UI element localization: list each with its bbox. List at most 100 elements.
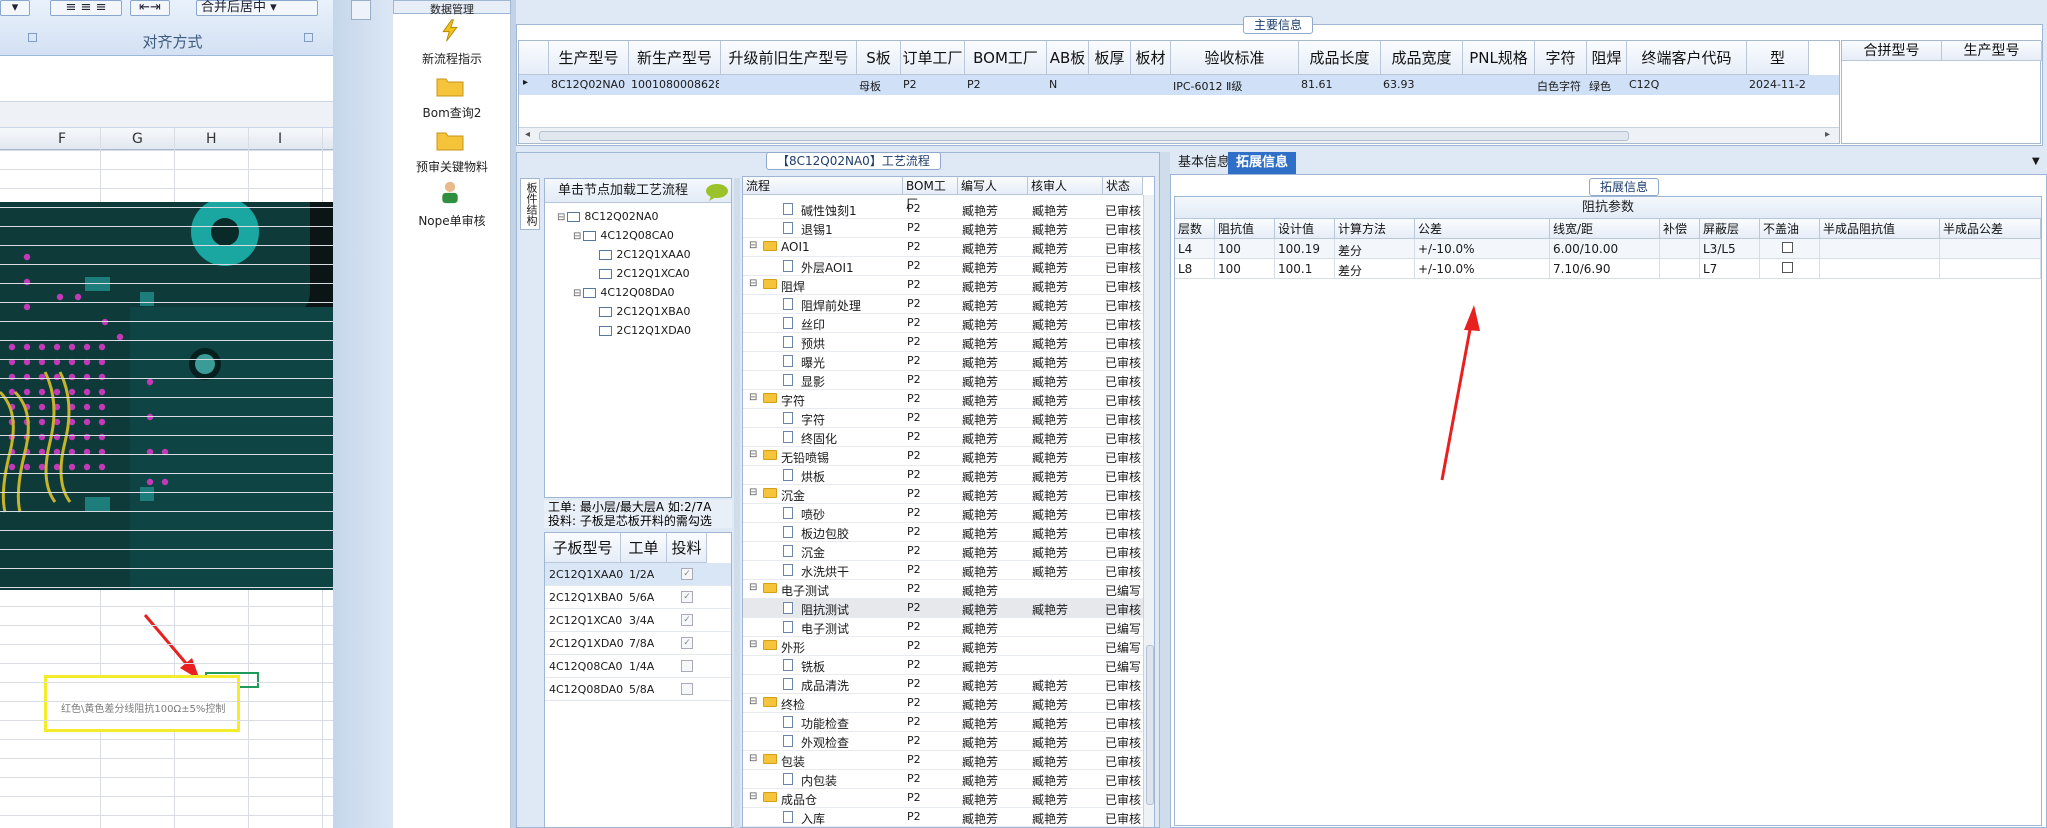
process-row[interactable]: ⊟ AOI1 P2 臧艳芳 臧艳芳 已审核 <box>743 238 1143 257</box>
formula-area[interactable] <box>0 56 333 102</box>
col-header[interactable]: 板材 <box>1131 41 1171 75</box>
impedance-cell[interactable]: 100 <box>1218 262 1274 276</box>
process-row[interactable]: ⊟ 包装 P2 臧艳芳 臧艳芳 已审核 <box>743 751 1143 770</box>
main-info-cell[interactable]: C12Q <box>1629 78 1745 92</box>
table-row[interactable]: 4C12Q08CA0 1/4A <box>545 655 731 678</box>
tree-node[interactable]: ⊟ 4C12Q08DA0 <box>573 285 675 303</box>
col-header[interactable]: 字符 <box>1535 41 1587 75</box>
process-row[interactable]: 铣板 P2 臧艳芳 已编写 <box>743 656 1143 675</box>
collapse-icon[interactable]: ⊟ <box>749 791 757 802</box>
process-row[interactable]: 阻焊前处理 P2 臧艳芳 臧艳芳 已审核 <box>743 295 1143 314</box>
process-row[interactable]: 预烘 P2 臧艳芳 臧艳芳 已审核 <box>743 333 1143 352</box>
col-i[interactable]: I <box>278 131 282 147</box>
process-row[interactable]: ⊟ 阻焊 P2 臧艳芳 臧艳芳 已审核 <box>743 276 1143 295</box>
col-header[interactable]: BOM工厂 <box>965 41 1047 75</box>
main-info-cell[interactable]: P2 <box>903 78 963 92</box>
table-row[interactable]: 4C12Q08DA0 5/8A <box>545 678 731 701</box>
process-row[interactable]: 终固化 P2 臧艳芳 臧艳芳 已审核 <box>743 428 1143 447</box>
col-header[interactable]: 成品宽度 <box>1381 41 1463 75</box>
tree-node[interactable]: ⊟ 8C12Q02NA0 <box>557 209 658 227</box>
splitter[interactable] <box>1160 152 1170 828</box>
tree-node[interactable]: ⊟2C12Q1XAA0 <box>589 247 691 265</box>
process-list[interactable]: 流程 BOM工厂 编写人 核审人 状态 碱性蚀刻1 P2 臧艳芳 臧艳芳 已审核 退锡1 P2 臧艳芳… <box>742 176 1155 828</box>
process-row[interactable]: 退锡1 P2 臧艳芳 臧艳芳 已审核 <box>743 219 1143 238</box>
feed-checkbox[interactable] <box>681 660 693 672</box>
col-header[interactable]: 线宽/距 <box>1550 219 1660 239</box>
sub-board-grid[interactable]: 子板型号 工单 投料 2C12Q1XAA0 1/2A ✓ 2C12Q1XBA0 5/6A… <box>544 532 732 828</box>
col-header[interactable]: 半成品公差 <box>1940 219 2041 239</box>
process-row[interactable]: 水洗烘干 P2 臧艳芳 臧艳芳 已审核 <box>743 561 1143 580</box>
process-row[interactable]: 成品清洗 P2 臧艳芳 臧艳芳 已审核 <box>743 675 1143 694</box>
col-header[interactable]: BOM工厂 <box>903 177 958 211</box>
impedance-cell[interactable]: L8 <box>1178 262 1214 276</box>
process-row[interactable]: ⊟ 外形 P2 臧艳芳 已编写 <box>743 637 1143 656</box>
splitter[interactable] <box>734 178 740 828</box>
align-buttons[interactable]: ≡ ≡ ≡ <box>50 0 122 16</box>
col-header[interactable]: 流程 <box>743 177 903 195</box>
col-header-production-model[interactable]: 生产型号 <box>1942 41 2042 61</box>
impedance-cell[interactable]: +/-10.0% <box>1418 242 1549 256</box>
tab-board-structure[interactable]: 板件结构 <box>520 178 540 230</box>
col-header[interactable]: 补偿 <box>1660 219 1700 239</box>
main-info-cell[interactable]: 绿色 <box>1589 78 1625 92</box>
main-info-cell[interactable]: 2024-11-21 <box>1749 78 1807 92</box>
process-row[interactable]: 丝印 P2 臧艳芳 臧艳芳 已审核 <box>743 314 1143 333</box>
impedance-row[interactable]: L4 100 100.19 差分 +/-10.0% 6.00/10.00 L3/L5 <box>1175 239 2041 259</box>
col-header[interactable]: 终端客户代码 <box>1627 41 1747 75</box>
col-header-merge-model[interactable]: 合拼型号 <box>1842 41 1942 61</box>
no-cover-oil-checkbox[interactable] <box>1782 242 1793 253</box>
col-header[interactable]: 订单工厂 <box>901 41 965 75</box>
comment-icon[interactable] <box>705 183 729 201</box>
impedance-cell[interactable]: 100.19 <box>1278 242 1334 256</box>
process-row[interactable]: ⊟ 字符 P2 臧艳芳 臧艳芳 已审核 <box>743 390 1143 409</box>
feed-checkbox[interactable]: ✓ <box>681 568 693 580</box>
col-header[interactable]: 核审人 <box>1028 177 1103 195</box>
main-info-cell[interactable] <box>1133 78 1169 92</box>
process-row[interactable]: 阻抗测试 P2 臧艳芳 臧艳芳 已审核 <box>743 599 1143 618</box>
scrollbar-thumb[interactable] <box>1146 645 1154 805</box>
collapse-icon[interactable]: ⊟ <box>573 288 581 299</box>
main-info-cell[interactable] <box>1465 78 1533 92</box>
feed-checkbox[interactable]: ✓ <box>681 614 693 626</box>
process-row[interactable]: ⊟ 沉金 P2 臧艳芳 臧艳芳 已审核 <box>743 485 1143 504</box>
tree-node[interactable]: ⊟2C12Q1XCA0 <box>589 266 690 284</box>
main-info-cell[interactable]: 白色字符 <box>1537 78 1585 92</box>
process-row[interactable]: 喷砂 P2 臧艳芳 臧艳芳 已审核 <box>743 504 1143 523</box>
main-info-cell[interactable]: P2 <box>967 78 1045 92</box>
process-row[interactable]: ⊟ 电子测试 P2 臧艳芳 已编写 <box>743 580 1143 599</box>
impedance-cell[interactable]: L4 <box>1178 242 1214 256</box>
tree-node[interactable]: ⊟2C12Q1XBA0 <box>589 304 690 322</box>
process-row[interactable]: 入库 P2 臧艳芳 臧艳芳 已审核 <box>743 808 1143 827</box>
process-row[interactable]: 外层AOI1 P2 臧艳芳 臧艳芳 已审核 <box>743 257 1143 276</box>
main-info-cell[interactable]: 8C12Q02NA0 <box>551 78 627 92</box>
impedance-cell[interactable]: 100 <box>1218 242 1274 256</box>
impedance-cell[interactable]: 100.1 <box>1278 262 1334 276</box>
collapse-icon[interactable]: ⊟ <box>749 582 757 593</box>
impedance-cell[interactable]: 差分 <box>1338 242 1414 259</box>
table-row[interactable]: 2C12Q1XAA0 1/2A ✓ <box>545 563 731 586</box>
col-header[interactable]: 型 <box>1747 41 1809 75</box>
col-header[interactable]: PNL规格 <box>1463 41 1535 75</box>
collapse-icon[interactable]: ⊟ <box>749 240 757 251</box>
col-header[interactable]: 状态 <box>1103 177 1143 195</box>
col-header[interactable]: 新生产型号 <box>629 41 721 75</box>
impedance-cell[interactable]: 6.00/10.00 <box>1553 242 1659 256</box>
process-row[interactable]: 显影 P2 臧艳芳 臧艳芳 已审核 <box>743 371 1143 390</box>
col-header[interactable]: AB板 <box>1047 41 1089 75</box>
main-info-cell[interactable]: N <box>1049 78 1087 92</box>
col-header[interactable]: 半成品阻抗值 <box>1820 219 1940 239</box>
col-header[interactable]: 屏蔽层 <box>1700 219 1760 239</box>
collapse-icon[interactable]: ⊟ <box>749 487 757 498</box>
col-header[interactable]: 成品长度 <box>1299 41 1381 75</box>
no-cover-oil-checkbox[interactable] <box>1782 262 1793 273</box>
col-h[interactable]: H <box>206 131 217 147</box>
table-row[interactable]: 2C12Q1XCA0 3/4A ✓ <box>545 609 731 632</box>
col-header-sub-model[interactable]: 子板型号 <box>545 533 621 563</box>
process-row[interactable]: 烘板 P2 臧艳芳 臧艳芳 已审核 <box>743 466 1143 485</box>
nav-item-new-flow[interactable]: 新流程指示 <box>393 50 511 67</box>
collapse-icon[interactable]: ⊟ <box>749 278 757 289</box>
col-g[interactable]: G <box>132 131 143 147</box>
main-info-cell[interactable]: 10010800086285 <box>631 78 719 92</box>
process-row[interactable]: 内包装 P2 臧艳芳 臧艳芳 已审核 <box>743 770 1143 789</box>
indent-buttons[interactable]: ⇤⇥ <box>130 0 170 16</box>
